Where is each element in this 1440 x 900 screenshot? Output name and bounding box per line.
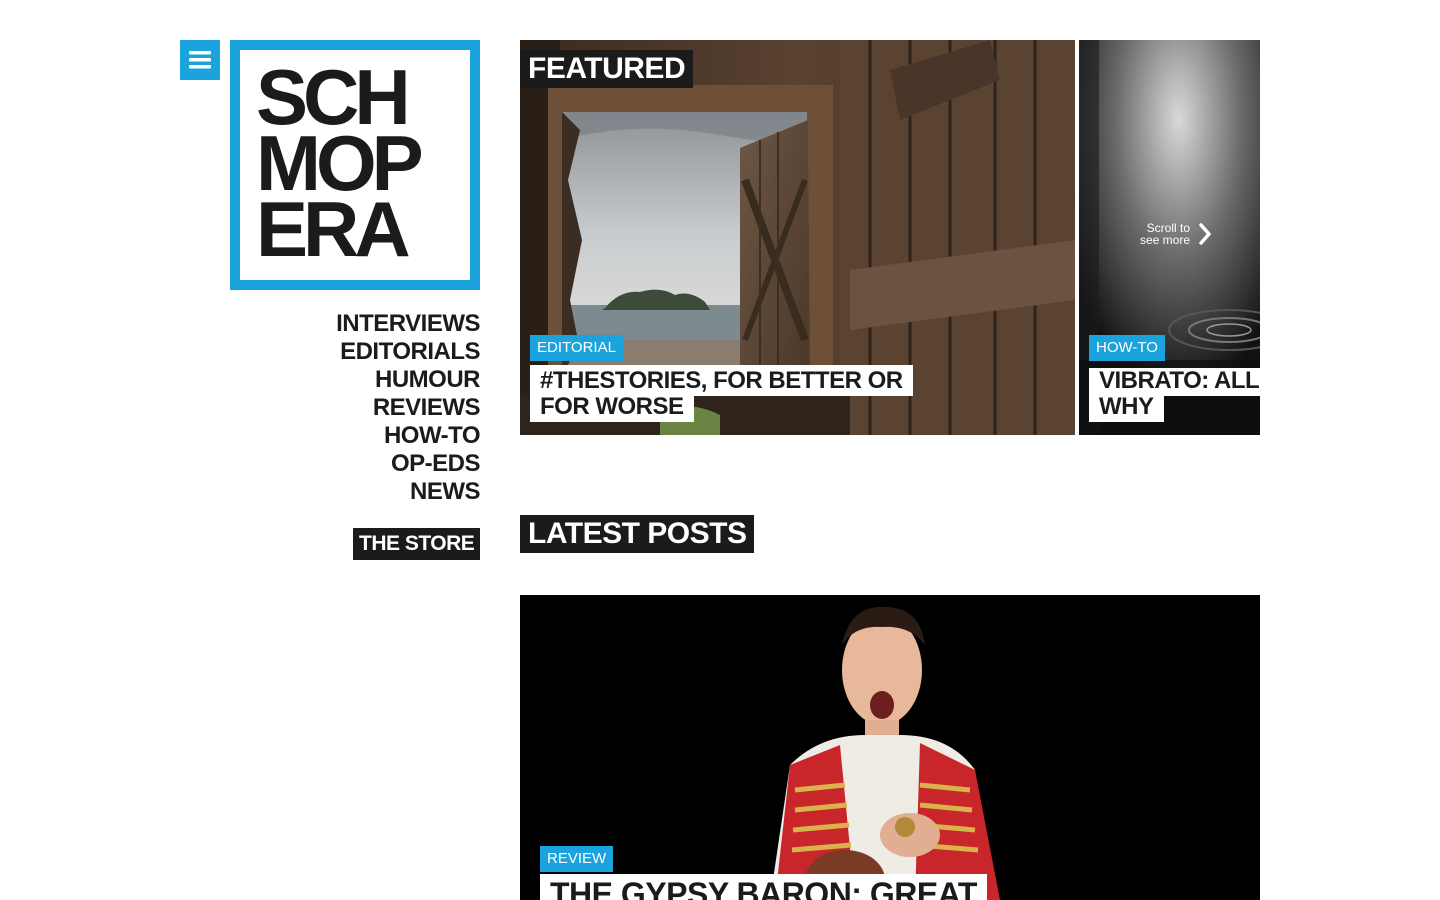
- nav-item-news[interactable]: NEWS: [230, 478, 481, 506]
- site-logo[interactable]: SCH MOP ERA: [230, 40, 480, 290]
- category-badge-editorial[interactable]: EDITORIAL: [530, 335, 623, 361]
- chevron-right-icon: [1199, 223, 1211, 245]
- logo-line: ERA: [256, 185, 411, 273]
- nav-item-reviews[interactable]: REVIEWS: [230, 394, 481, 422]
- category-badge-review[interactable]: REVIEW: [540, 846, 614, 872]
- category-nav: INTERVIEWS EDITORIALS HUMOUR REVIEWS HOW…: [230, 310, 480, 506]
- scroll-hint-text: Scroll to see more: [1140, 222, 1190, 246]
- scroll-hint[interactable]: Scroll to see more: [1140, 222, 1212, 246]
- nav-item-op-eds[interactable]: OP-EDS: [230, 450, 481, 478]
- scroll-hint-line: see more: [1140, 233, 1191, 247]
- logo-wordmark: SCH MOP ERA: [256, 58, 424, 273]
- menu-toggle-button[interactable]: [180, 40, 220, 80]
- featured-heading: FEATURED: [520, 50, 694, 88]
- page: SCH MOP ERA INTERVIEWS EDITORIALS HUMOUR…: [0, 0, 1440, 900]
- category-badge-how-to[interactable]: HOW-TO: [1089, 335, 1165, 361]
- latest-post-title[interactable]: THE GYPSY BARON: GREAT: [540, 874, 1060, 900]
- store-button[interactable]: THE STORE: [353, 528, 481, 560]
- hamburger-icon: [189, 51, 211, 69]
- featured-post-title-text: #THESTORIES, FOR BETTER OR FOR WORSE: [530, 365, 913, 422]
- nav-item-interviews[interactable]: INTERVIEWS: [230, 310, 480, 338]
- nav-item-how-to[interactable]: HOW-TO: [230, 422, 481, 450]
- opera-singer-image: [520, 595, 1260, 900]
- nav-item-editorials[interactable]: EDITORIALS: [230, 338, 480, 366]
- featured-post-title[interactable]: #THESTORIES, FOR BETTER OR FOR WORSE: [530, 365, 913, 422]
- featured-post-title-clip: VIBRATO: ALL WHY: [1089, 368, 1260, 428]
- featured-post-title[interactable]: VIBRATO: ALL WHY: [1089, 368, 1260, 422]
- latest-post-card[interactable]: [520, 595, 1260, 900]
- nav-item-humour[interactable]: HUMOUR: [230, 366, 481, 394]
- featured-post-title-text: VIBRATO: ALL WHY: [1089, 368, 1260, 422]
- latest-posts-heading: LATEST POSTS: [520, 515, 755, 553]
- latest-post-title-text: THE GYPSY BARON: GREAT: [540, 874, 987, 900]
